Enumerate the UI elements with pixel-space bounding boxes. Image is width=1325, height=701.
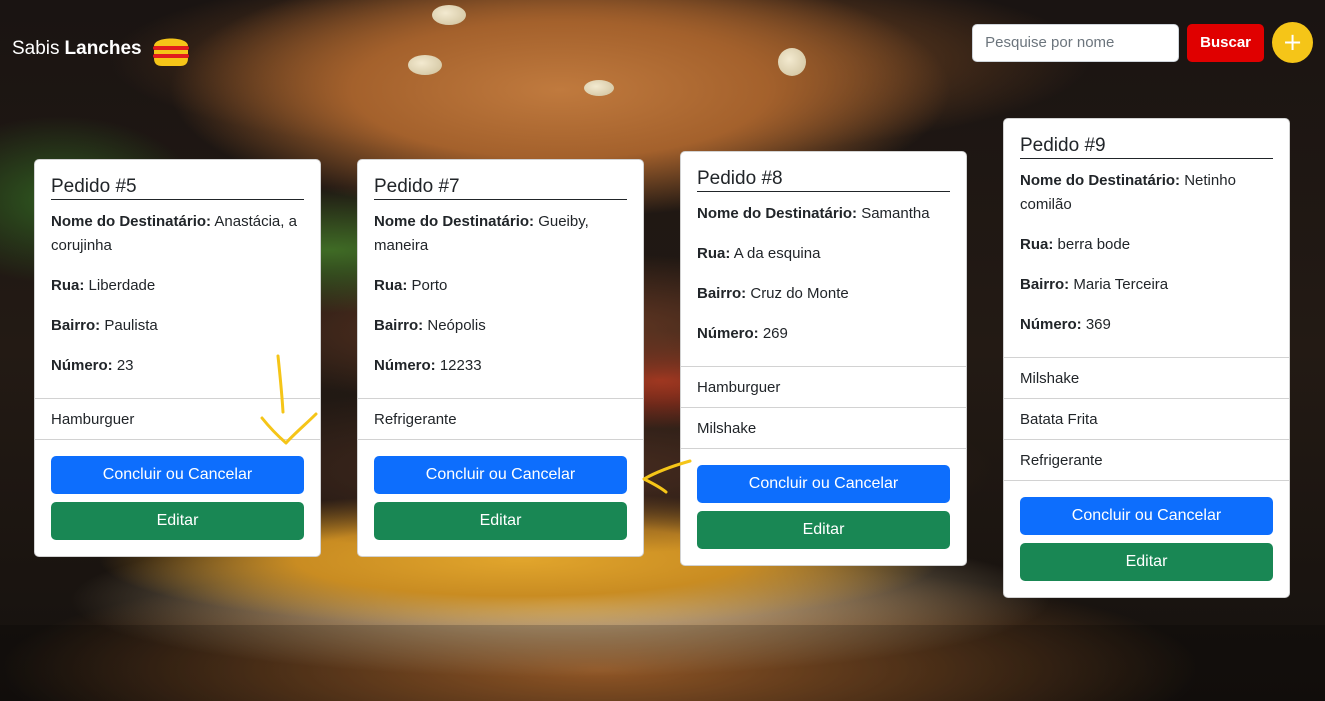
street-line: Rua: berra bode xyxy=(1020,233,1273,257)
order-title: Pedido #7 xyxy=(374,176,627,200)
district-line: Bairro: Paulista xyxy=(51,314,304,338)
street-label: Rua: xyxy=(697,245,731,262)
order-card: Pedido #8 Nome do Destinatário: Samantha… xyxy=(680,151,967,566)
sesame-seed xyxy=(584,80,614,96)
brand[interactable]: Sabis Lanches xyxy=(12,28,192,70)
order-title: Pedido #9 xyxy=(1020,135,1273,159)
order-card-body: Pedido #8 Nome do Destinatário: Samantha… xyxy=(681,152,966,366)
street-line: Rua: Porto xyxy=(374,274,627,298)
district-label: Bairro: xyxy=(51,317,101,334)
order-card: Pedido #7 Nome do Destinatário: Gueiby, … xyxy=(357,159,644,557)
search-button[interactable]: Buscar xyxy=(1187,23,1264,62)
order-card-body: Pedido #5 Nome do Destinatário: Anastáci… xyxy=(35,160,320,398)
district-label: Bairro: xyxy=(1020,276,1070,293)
recipient-line: Nome do Destinatário: Anastácia, a coruj… xyxy=(51,210,304,258)
street-value: A da esquina xyxy=(733,245,821,262)
header-actions: Buscar + xyxy=(972,22,1313,63)
complete-or-cancel-button[interactable]: Concluir ou Cancelar xyxy=(1020,497,1273,535)
number-label: Número: xyxy=(374,357,436,374)
order-item: Milshake xyxy=(681,408,966,449)
order-item: Hamburguer xyxy=(35,399,320,440)
number-line: Número: 269 xyxy=(697,322,950,346)
complete-or-cancel-button[interactable]: Concluir ou Cancelar xyxy=(697,465,950,503)
recipient-line: Nome do Destinatário: Netinho comilão xyxy=(1020,169,1273,217)
district-label: Bairro: xyxy=(697,285,747,302)
district-line: Bairro: Maria Terceira xyxy=(1020,273,1273,297)
order-card-body: Pedido #7 Nome do Destinatário: Gueiby, … xyxy=(358,160,643,398)
number-value: 12233 xyxy=(439,357,482,374)
order-actions: Concluir ou Cancelar Editar xyxy=(1004,481,1289,597)
number-label: Número: xyxy=(697,325,759,342)
order-items-list: Refrigerante xyxy=(358,398,643,440)
order-title: Pedido #5 xyxy=(51,176,304,200)
brand-name-light: Sabis xyxy=(12,38,60,59)
street-value: Liberdade xyxy=(88,277,156,294)
number-line: Número: 23 xyxy=(51,354,304,378)
order-actions: Concluir ou Cancelar Editar xyxy=(35,440,320,556)
district-value: Paulista xyxy=(104,317,158,334)
district-value: Cruz do Monte xyxy=(750,285,849,302)
number-line: Número: 12233 xyxy=(374,354,627,378)
order-actions: Concluir ou Cancelar Editar xyxy=(358,440,643,556)
order-items-list: Hamburguer xyxy=(35,398,320,440)
edit-button[interactable]: Editar xyxy=(51,502,304,540)
district-value: Neópolis xyxy=(427,317,486,334)
number-value: 369 xyxy=(1085,316,1111,333)
recipient-label: Nome do Destinatário: xyxy=(697,205,858,222)
number-label: Número: xyxy=(51,357,113,374)
street-label: Rua: xyxy=(51,277,85,294)
recipient-label: Nome do Destinatário: xyxy=(51,213,212,230)
order-items-list: Hamburguer Milshake xyxy=(681,366,966,449)
brand-name-bold: Lanches xyxy=(64,38,142,59)
order-card: Pedido #9 Nome do Destinatário: Netinho … xyxy=(1003,118,1290,598)
sesame-seed xyxy=(408,55,442,75)
search-input[interactable] xyxy=(972,23,1180,62)
complete-or-cancel-button[interactable]: Concluir ou Cancelar xyxy=(374,456,627,494)
edit-button[interactable]: Editar xyxy=(374,502,627,540)
add-order-button[interactable]: + xyxy=(1272,22,1313,63)
district-line: Bairro: Neópolis xyxy=(374,314,627,338)
district-line: Bairro: Cruz do Monte xyxy=(697,282,950,306)
order-item: Hamburguer xyxy=(681,367,966,408)
order-title: Pedido #8 xyxy=(697,168,950,192)
background-bottom-band xyxy=(0,625,1325,701)
recipient-label: Nome do Destinatário: xyxy=(374,213,535,230)
district-label: Bairro: xyxy=(374,317,424,334)
number-line: Número: 369 xyxy=(1020,313,1273,337)
sesame-seed xyxy=(432,5,466,25)
order-item: Refrigerante xyxy=(358,399,643,440)
recipient-label: Nome do Destinatário: xyxy=(1020,172,1181,189)
number-value: 23 xyxy=(116,357,134,374)
order-item: Refrigerante xyxy=(1004,440,1289,481)
district-value: Maria Terceira xyxy=(1073,276,1169,293)
recipient-value: Samantha xyxy=(861,205,930,222)
burger-logo-icon xyxy=(150,28,192,70)
order-card: Pedido #5 Nome do Destinatário: Anastáci… xyxy=(34,159,321,557)
order-item: Batata Frita xyxy=(1004,399,1289,440)
order-item: Milshake xyxy=(1004,358,1289,399)
street-value: berra bode xyxy=(1057,236,1131,253)
edit-button[interactable]: Editar xyxy=(697,511,950,549)
street-label: Rua: xyxy=(374,277,408,294)
edit-button[interactable]: Editar xyxy=(1020,543,1273,581)
recipient-line: Nome do Destinatário: Gueiby, maneira xyxy=(374,210,627,258)
street-value: Porto xyxy=(411,277,448,294)
street-label: Rua: xyxy=(1020,236,1054,253)
order-card-body: Pedido #9 Nome do Destinatário: Netinho … xyxy=(1004,119,1289,357)
complete-or-cancel-button[interactable]: Concluir ou Cancelar xyxy=(51,456,304,494)
street-line: Rua: Liberdade xyxy=(51,274,304,298)
order-actions: Concluir ou Cancelar Editar xyxy=(681,449,966,565)
recipient-line: Nome do Destinatário: Samantha xyxy=(697,202,950,226)
number-label: Número: xyxy=(1020,316,1082,333)
street-line: Rua: A da esquina xyxy=(697,242,950,266)
sesame-seed xyxy=(778,48,806,76)
number-value: 269 xyxy=(762,325,788,342)
order-items-list: Milshake Batata Frita Refrigerante xyxy=(1004,357,1289,481)
